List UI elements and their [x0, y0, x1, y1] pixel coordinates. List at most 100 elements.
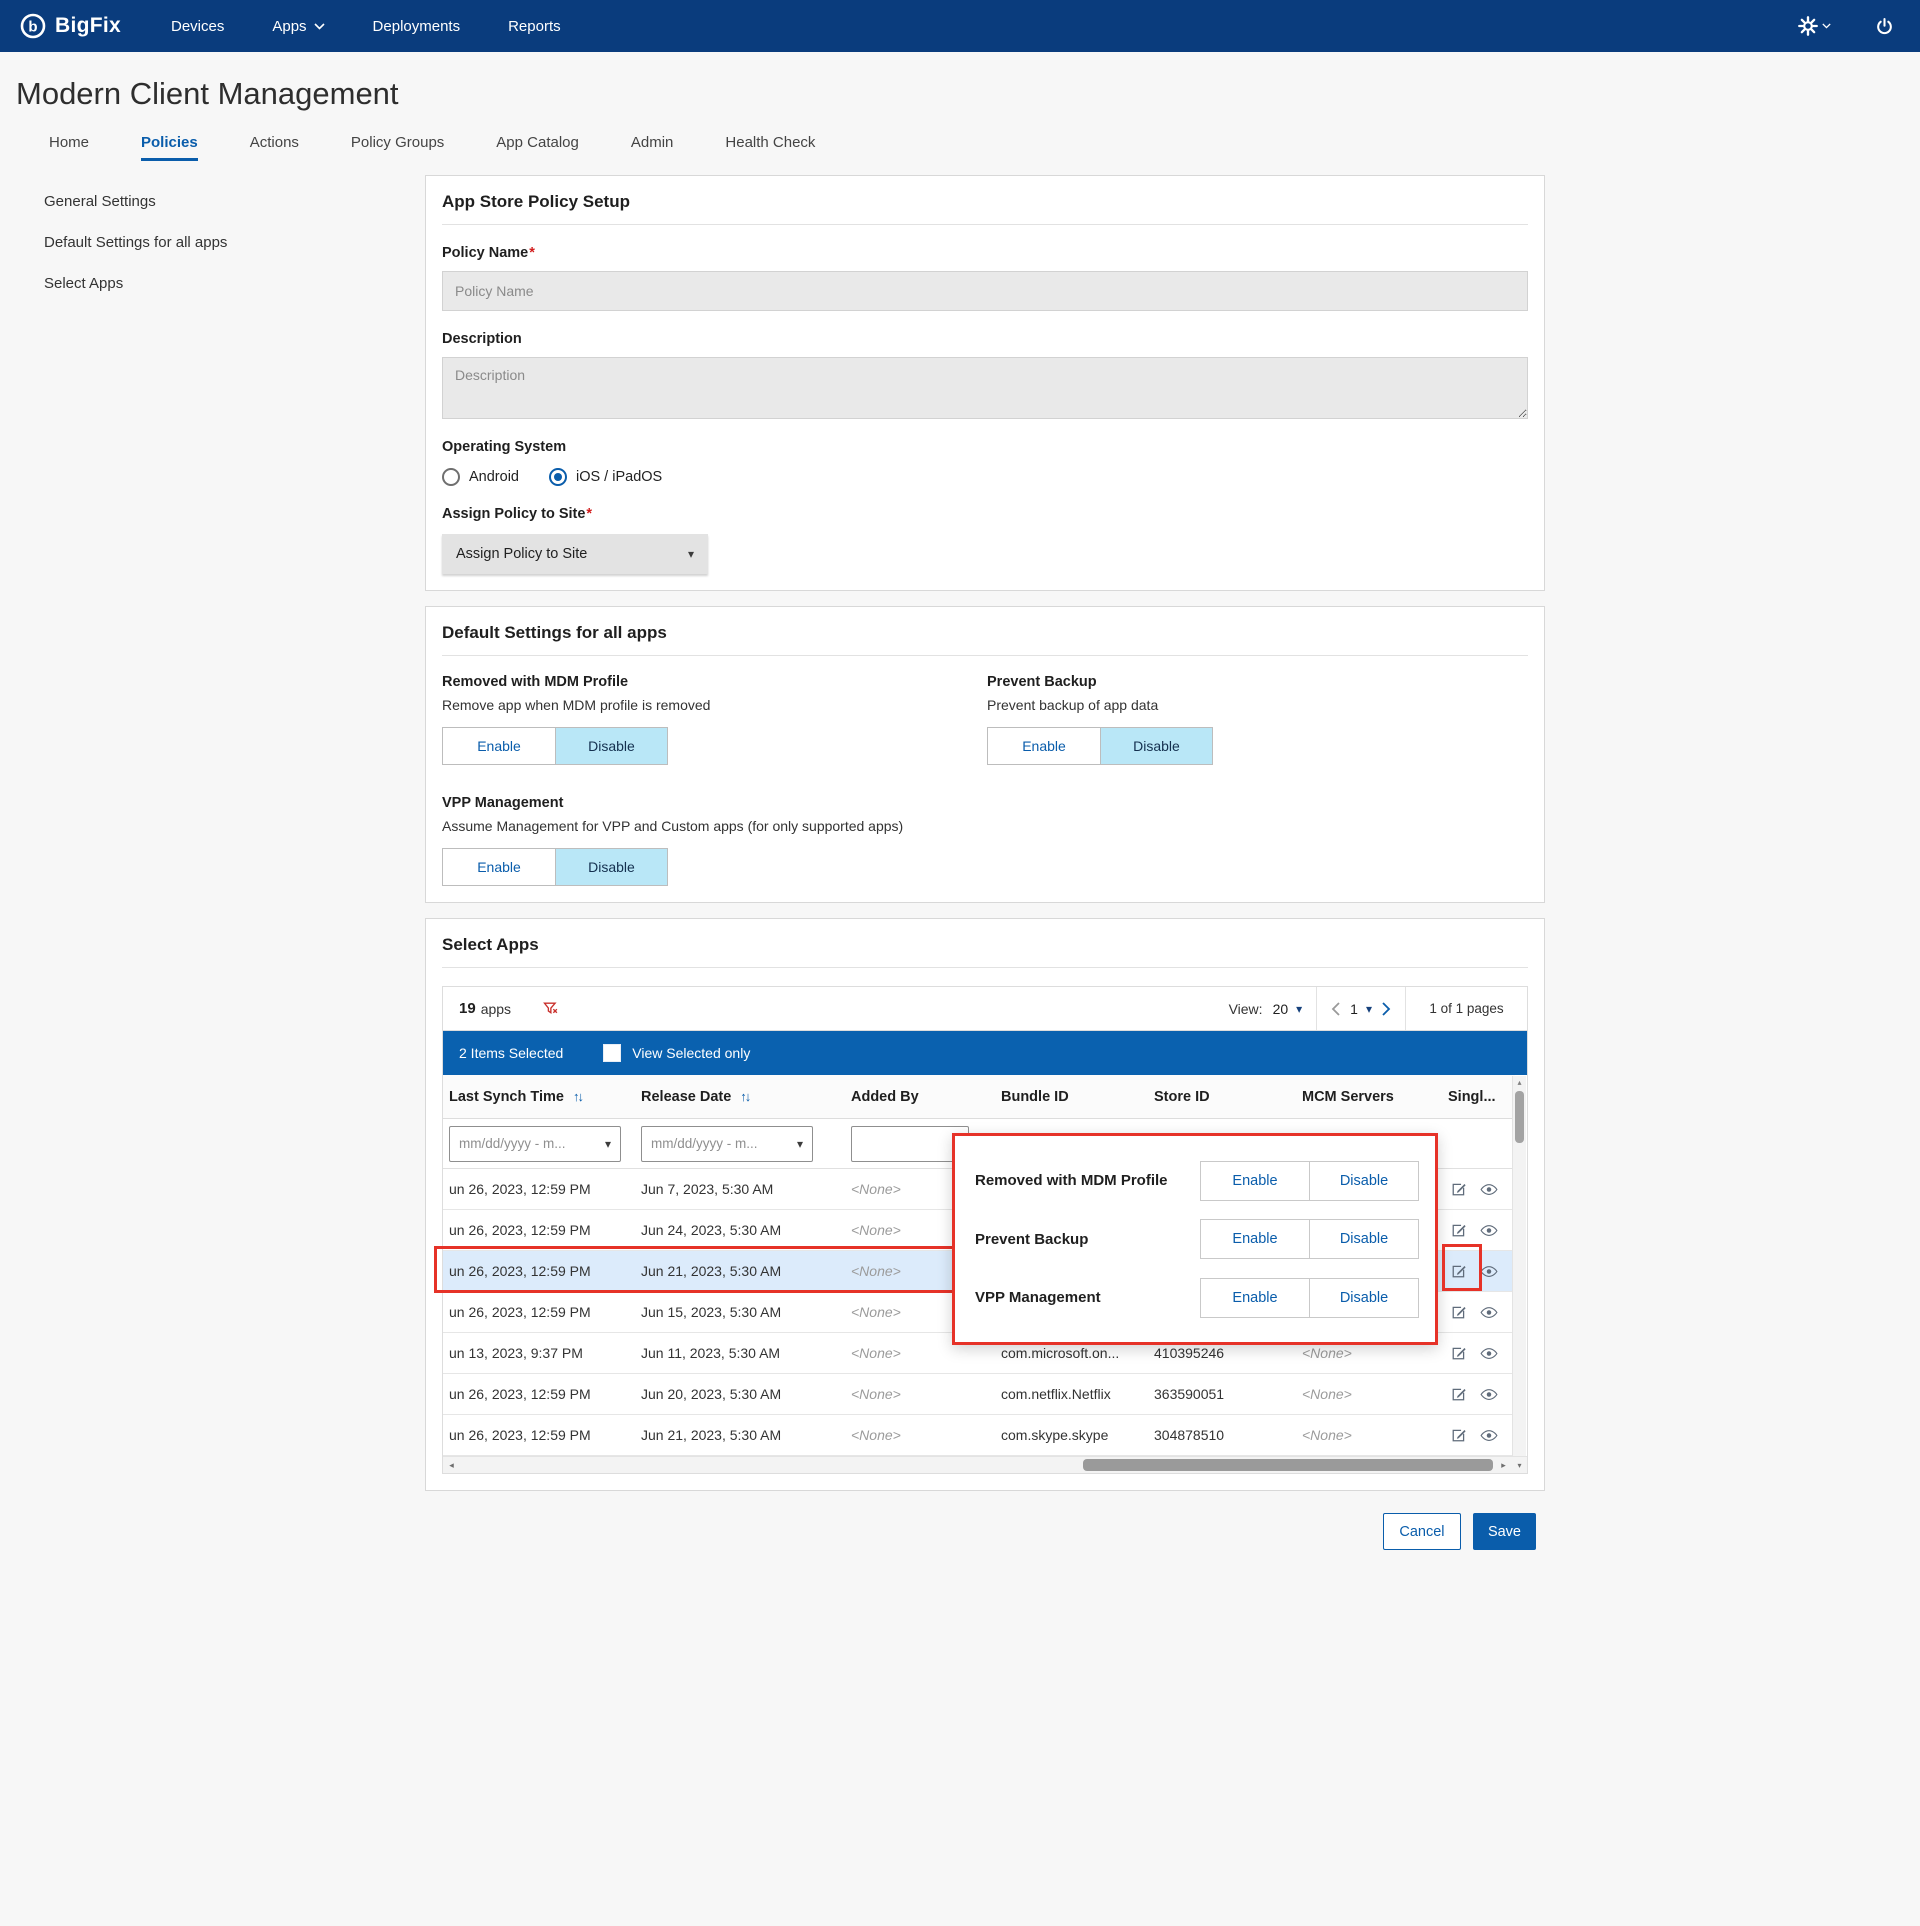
gear-icon: [1798, 16, 1818, 36]
vertical-scrollbar[interactable]: ▴: [1512, 1076, 1526, 1456]
cell-last-synch: un 26, 2023, 12:59 PM: [449, 1304, 591, 1320]
sidebar-item-general-settings[interactable]: General Settings: [44, 193, 425, 210]
edit-icon[interactable]: [1450, 1222, 1467, 1239]
nav-devices-label: Devices: [170, 17, 225, 35]
horizontal-scroll-track[interactable]: [460, 1457, 1495, 1473]
assign-policy-label-text: Assign Policy to Site: [442, 506, 586, 522]
settings-menu-button[interactable]: [1798, 16, 1831, 36]
caret-down-icon: ▾: [1296, 1001, 1303, 1016]
view-selected-only-label: View Selected only: [632, 1045, 751, 1061]
popover-disable-button[interactable]: Disable: [1309, 1160, 1419, 1201]
tab-policies[interactable]: Policies: [141, 134, 198, 161]
nav-devices[interactable]: Devices: [147, 0, 248, 52]
setting-name: VPP Management: [442, 795, 564, 811]
col-added-by: Added By: [851, 1088, 919, 1105]
col-store-id: Store ID: [1154, 1088, 1210, 1105]
page-size-select[interactable]: 20 ▾: [1273, 1001, 1303, 1017]
description-input[interactable]: [442, 357, 1528, 419]
setting-name: Prevent Backup: [987, 674, 1097, 690]
sidebar-item-select-apps[interactable]: Select Apps: [44, 275, 425, 292]
cell-release-date: Jun 7, 2023, 5:30 AM: [641, 1181, 774, 1197]
disable-button[interactable]: Disable: [1100, 728, 1212, 764]
selection-bar: 2 Items Selected View Selected only: [443, 1031, 1527, 1075]
view-icon[interactable]: [1480, 1304, 1498, 1321]
radio-ios-ipados[interactable]: iOS / iPadOS: [548, 468, 662, 486]
policy-name-input[interactable]: [442, 271, 1528, 311]
cell-store-id: 363590051: [1154, 1386, 1225, 1402]
enable-button[interactable]: Enable: [443, 728, 555, 764]
radio-android[interactable]: Android: [442, 468, 519, 486]
cancel-button[interactable]: Cancel: [1382, 1513, 1461, 1550]
clear-filter-button[interactable]: [542, 1000, 559, 1017]
row-settings-popover: Removed with MDM Profile Enable Disable …: [952, 1133, 1438, 1345]
col-single: Singl...: [1448, 1088, 1496, 1105]
section-title: Default Settings for all apps: [442, 623, 1528, 656]
view-icon[interactable]: [1480, 1222, 1498, 1239]
cell-store-id: 304878510: [1154, 1427, 1225, 1443]
logout-button[interactable]: [1875, 17, 1894, 36]
popover-disable-button[interactable]: Disable: [1309, 1277, 1419, 1318]
sort-icon[interactable]: ↑↓: [573, 1089, 584, 1104]
enable-button[interactable]: Enable: [443, 849, 555, 885]
table-row[interactable]: un 26, 2023, 12:59 PM Jun 21, 2023, 5:30…: [443, 1415, 1515, 1456]
edit-icon[interactable]: [1450, 1386, 1467, 1403]
view-icon[interactable]: [1480, 1386, 1498, 1403]
popover-enable-button[interactable]: Enable: [1200, 1277, 1310, 1318]
tab-policy-groups[interactable]: Policy Groups: [351, 134, 444, 161]
assign-policy-select[interactable]: Assign Policy to Site ▾: [442, 534, 708, 574]
view-icon[interactable]: [1480, 1427, 1498, 1444]
tab-home[interactable]: Home: [49, 134, 89, 161]
cell-last-synch: un 26, 2023, 12:59 PM: [449, 1222, 591, 1238]
cell-last-synch: un 26, 2023, 12:59 PM: [449, 1386, 591, 1402]
tab-actions[interactable]: Actions: [250, 134, 299, 161]
table-row[interactable]: un 26, 2023, 12:59 PM Jun 20, 2023, 5:30…: [443, 1374, 1515, 1415]
tab-app-catalog[interactable]: App Catalog: [496, 134, 579, 161]
edit-icon[interactable]: [1450, 1427, 1467, 1444]
popover-vpp-management: VPP Management Enable Disable: [975, 1277, 1419, 1318]
policy-sections-sidebar: General Settings Default Settings for al…: [0, 175, 425, 1550]
tab-admin[interactable]: Admin: [631, 134, 674, 161]
horizontal-scroll-thumb[interactable]: [1083, 1459, 1493, 1471]
scroll-left-arrow-icon[interactable]: ◂: [443, 1457, 460, 1473]
page-number-select[interactable]: 1 ▾: [1350, 1001, 1372, 1017]
view-icon[interactable]: [1480, 1345, 1498, 1362]
cell-release-date: Jun 20, 2023, 5:30 AM: [641, 1386, 782, 1402]
scroll-down-arrow-icon[interactable]: ▾: [1512, 1457, 1527, 1473]
disable-button[interactable]: Disable: [555, 849, 667, 885]
nav-apps[interactable]: Apps: [248, 0, 348, 52]
previous-page-button[interactable]: [1331, 1001, 1340, 1016]
release-date-filter[interactable]: mm/dd/yyyy - m... ▾: [641, 1125, 813, 1162]
scroll-up-arrow-icon[interactable]: ▴: [1513, 1076, 1526, 1089]
cell-mcm-servers: <None>: [1302, 1386, 1352, 1402]
popover-enable-button[interactable]: Enable: [1200, 1160, 1310, 1201]
horizontal-scrollbar[interactable]: ◂ ▸ ▾: [443, 1456, 1527, 1473]
popover-disable-button[interactable]: Disable: [1309, 1219, 1419, 1259]
disable-button[interactable]: Disable: [555, 728, 667, 764]
pages-indicator: 1 of 1 pages: [1429, 1001, 1504, 1016]
sidebar-item-default-settings[interactable]: Default Settings for all apps: [44, 234, 425, 251]
view-icon[interactable]: [1480, 1181, 1498, 1198]
sort-icon[interactable]: ↑↓: [740, 1089, 751, 1104]
save-button[interactable]: Save: [1472, 1513, 1536, 1550]
edit-icon[interactable]: [1450, 1304, 1467, 1321]
view-icon[interactable]: [1480, 1263, 1498, 1280]
popover-enable-button[interactable]: Enable: [1200, 1219, 1310, 1259]
nav-reports[interactable]: Reports: [484, 0, 585, 52]
cell-added-by: <None>: [851, 1427, 901, 1443]
removed-with-mdm-toggle: Enable Disable: [442, 727, 668, 765]
view-selected-only-checkbox[interactable]: [603, 1044, 622, 1062]
edit-icon[interactable]: [1450, 1263, 1467, 1280]
col-bundle-id: Bundle ID: [1001, 1088, 1069, 1105]
vertical-scroll-thumb[interactable]: [1515, 1091, 1524, 1143]
scroll-right-arrow-icon[interactable]: ▸: [1495, 1457, 1512, 1473]
popover-removed-with-mdm: Removed with MDM Profile Enable Disable: [975, 1160, 1419, 1201]
synch-time-date-filter[interactable]: mm/dd/yyyy - m... ▾: [449, 1125, 621, 1162]
nav-deployments[interactable]: Deployments: [349, 0, 485, 52]
popover-prevent-backup: Prevent Backup Enable Disable: [975, 1219, 1419, 1259]
tab-health-check[interactable]: Health Check: [725, 134, 815, 161]
bigfix-logo[interactable]: b BigFix: [0, 13, 147, 39]
enable-button[interactable]: Enable: [988, 728, 1100, 764]
edit-icon[interactable]: [1450, 1345, 1467, 1362]
edit-icon[interactable]: [1450, 1181, 1467, 1198]
next-page-button[interactable]: [1382, 1001, 1391, 1016]
